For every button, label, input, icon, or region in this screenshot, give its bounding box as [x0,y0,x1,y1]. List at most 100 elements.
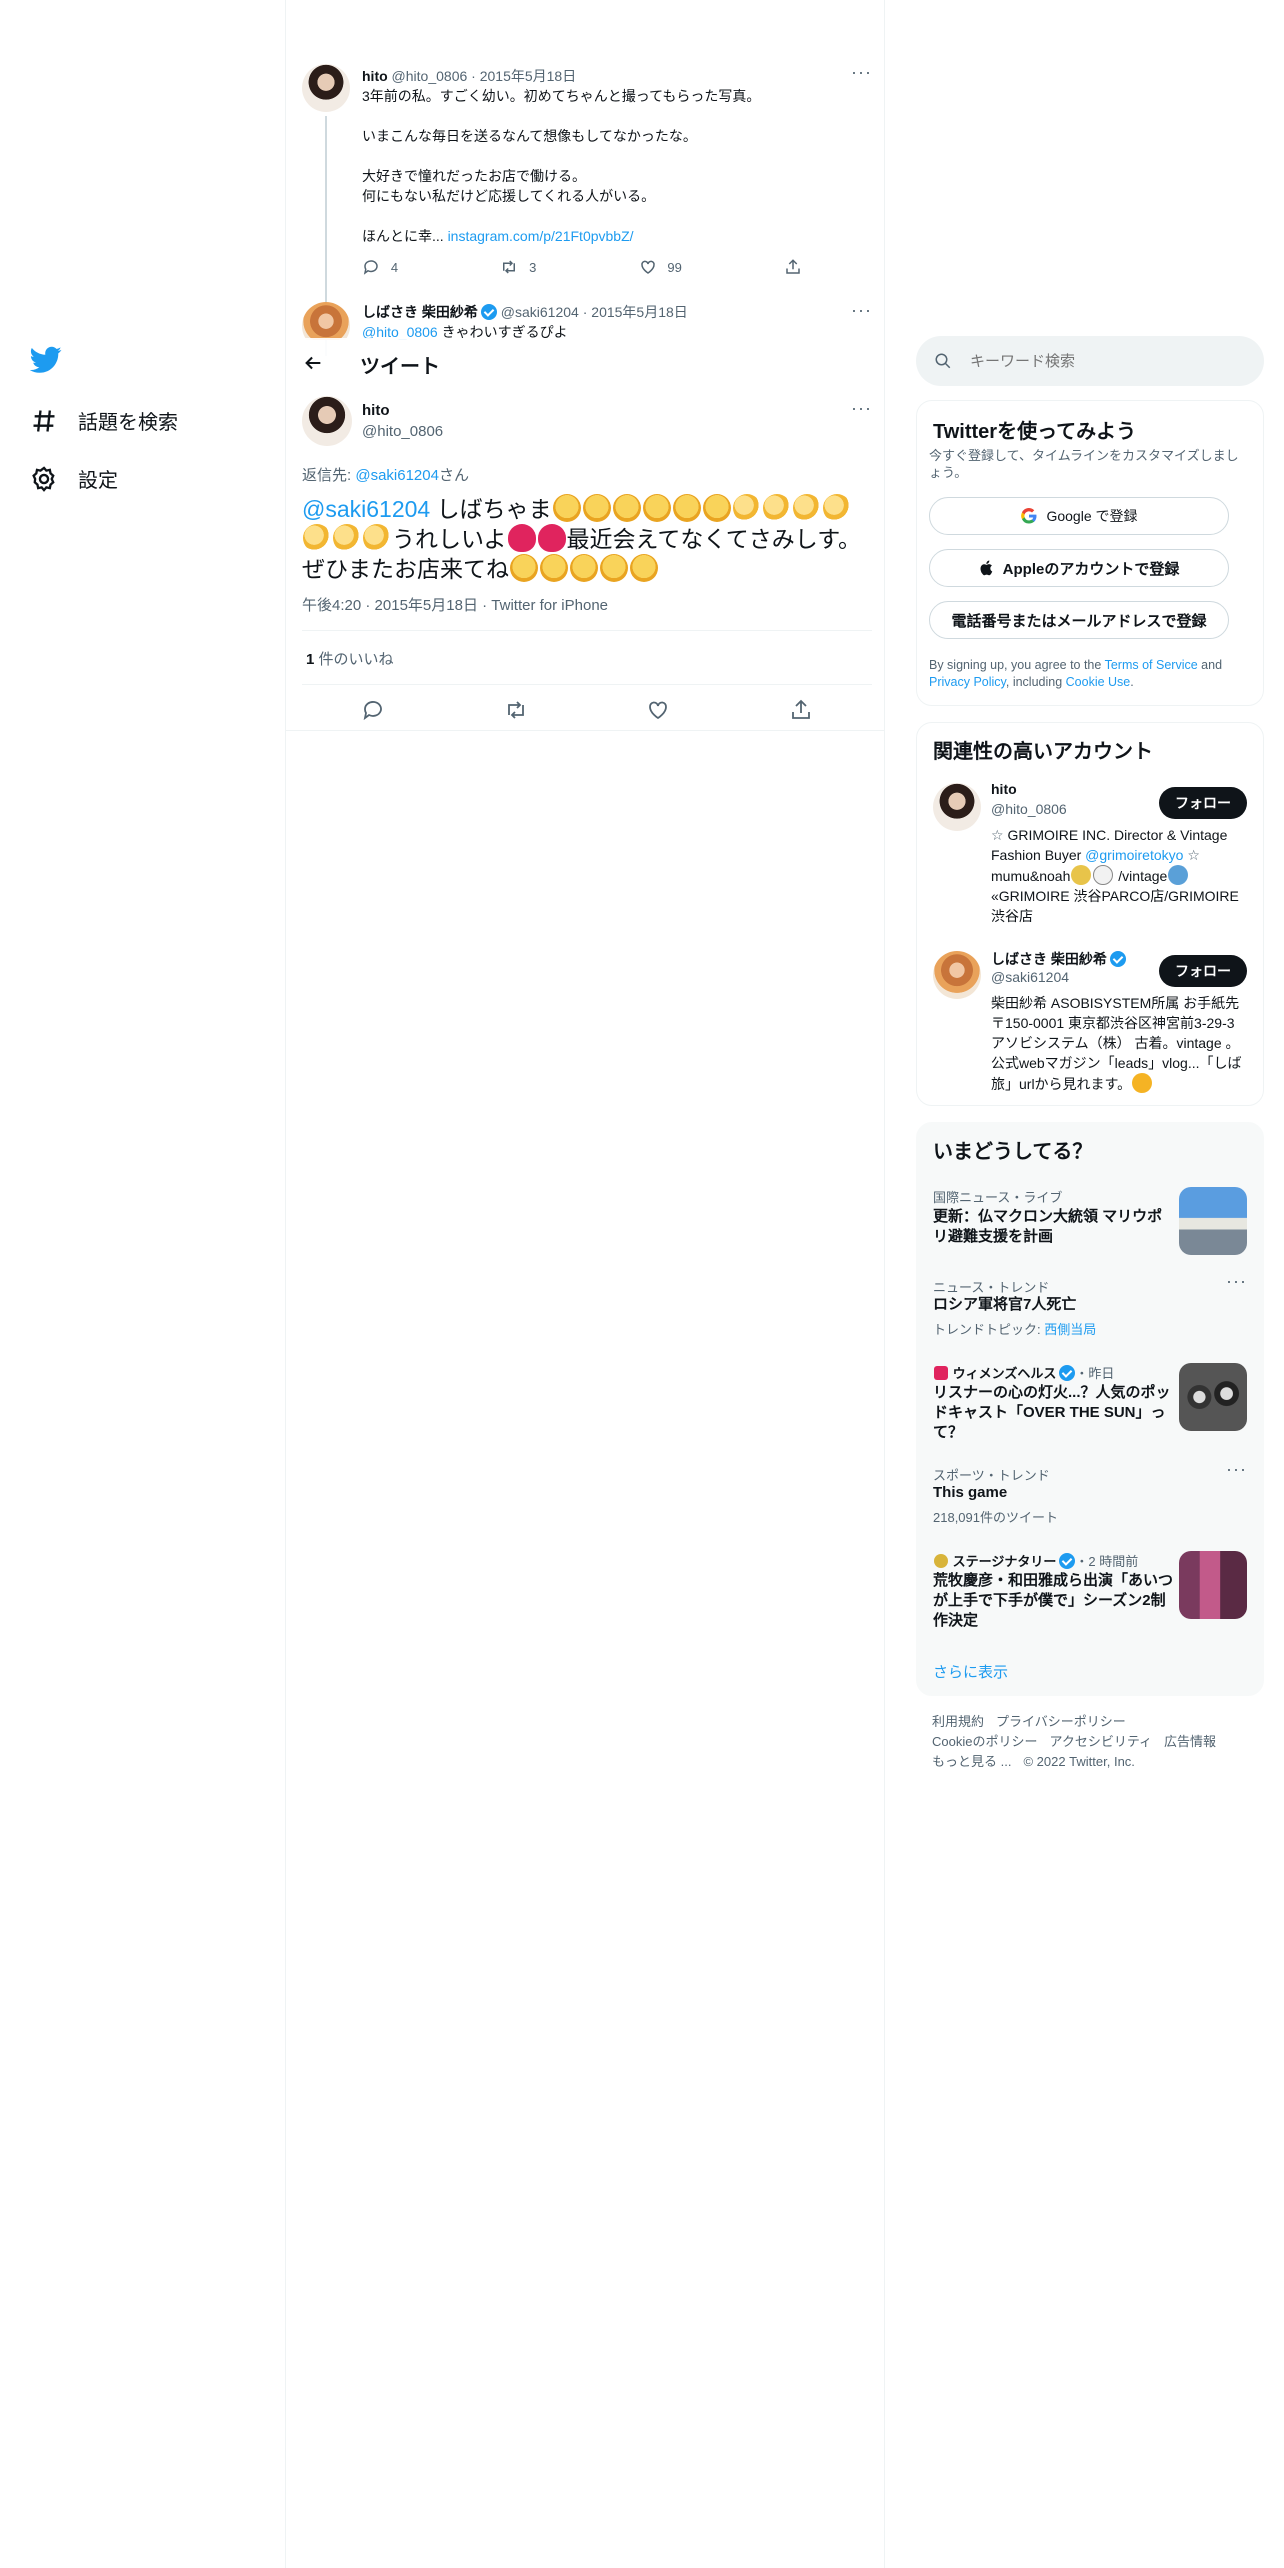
mention-link[interactable]: @saki61204 [302,496,430,522]
tweet-action-bar [302,692,872,728]
gear-icon [32,465,55,492]
tweet-date[interactable]: 2015年5月18日 [591,304,688,320]
avatar[interactable] [302,302,350,340]
account-handle[interactable]: @hito_0806 [991,801,1067,817]
sidebar-item-settings[interactable]: 設定 [30,464,118,493]
tweet-text: @saki61204 しばちゃまうれしいよ 最近会えてなくてさみしす。ぜひまたお店… [302,494,861,582]
verified-badge-icon [1059,1553,1076,1569]
tweet-time[interactable]: 午後4:20 [302,597,361,614]
heart-icon [640,260,655,274]
verified-badge-icon [1059,1365,1076,1381]
trend-item[interactable]: 国際ニュース・ライブ 更新：仏マクロン大統領 マリウポリ避難支援を計画 [917,1181,1263,1263]
avatar[interactable] [933,951,981,999]
page-title: ツイート [360,356,440,378]
handle[interactable]: @saki61204 [501,304,579,320]
reply-tweet[interactable]: しばさき 柴田紗希 @saki61204 · 2015年5月18日 ··· @h… [302,300,872,340]
reply-icon [363,260,378,275]
trend-thumbnail [1179,1363,1247,1431]
trends-card: いまどうしてる？ 国際ニュース・ライブ 更新：仏マクロン大統領 マリウポリ避難支… [916,1122,1264,1696]
section-title: いまどうしてる？ [933,1141,1093,1163]
account-bio: 柴田紗希 ASOBISYSTEM所属 お手紙先〒150-0001 東京都渋谷区神… [991,995,1242,1093]
footer-cookie-link[interactable]: Cookieのポリシー [932,1734,1037,1749]
trend-topic-link[interactable]: 西側当局 [1044,1322,1096,1337]
tweet-source[interactable]: Twitter for iPhone [491,597,608,614]
more-options-icon[interactable]: ··· [1226,1459,1247,1480]
footer-privacy-link[interactable]: プライバシーポリシー [996,1714,1126,1729]
footer-accessibility-link[interactable]: アクセシビリティ [1049,1734,1152,1749]
terms-link[interactable]: Terms of Service [1105,658,1198,672]
reply-icon[interactable] [361,698,385,722]
search-icon [935,353,951,369]
verified-badge-icon [480,304,497,320]
trend-thumbnail [1179,1187,1247,1255]
share-icon[interactable] [789,698,813,722]
more-options-icon[interactable]: ··· [1226,1271,1247,1292]
footer-terms-link[interactable]: 利用規約 [932,1714,984,1729]
apple-signup-button[interactable]: Appleのアカウントで登録 [929,549,1229,587]
more-options-icon[interactable]: ··· [851,398,872,419]
publisher-logo-icon [934,1554,948,1568]
account-handle[interactable]: @saki61204 [991,969,1069,985]
trend-item[interactable]: スポーツ・トレンド ··· This game 218,091件のツイート [917,1459,1263,1541]
like-count-link[interactable]: 1 件のいいね [306,648,394,669]
footer-ads-link[interactable]: 広告情報 [1164,1734,1216,1749]
avatar[interactable] [302,396,352,446]
follow-button[interactable]: フォロー [1159,787,1247,819]
reply-button[interactable]: 4 [362,258,398,276]
reply-to-link[interactable]: @saki61204 [355,467,439,484]
phone-email-signup-button[interactable]: 電話番号またはメールアドレスで登録 [929,601,1229,639]
sidebar-item-explore[interactable]: 話題を検索 [30,406,178,435]
retweet-icon[interactable] [504,698,528,722]
footer-more-link[interactable]: もっと見る ... [932,1754,1011,1769]
back-arrow-icon[interactable] [302,352,324,374]
display-name[interactable]: hito [362,68,388,84]
google-signup-button[interactable]: Google で登録 [929,497,1229,535]
tweet-header: ツイート [286,338,884,390]
account-bio: ☆ GRIMOIRE INC. Director & Vintage Fashi… [991,827,1239,924]
show-more-link[interactable]: さらに表示 [933,1661,1008,1682]
tweet-actions: 4 3 99 [362,258,802,276]
twitter-logo-icon[interactable] [29,346,62,379]
account-item[interactable]: しばさき 柴田紗希 @saki61204 フォロー 柴田紗希 ASOBISYST… [917,947,1263,1103]
display-name[interactable]: hito [362,402,390,419]
hashtag-icon [33,409,55,432]
handle[interactable]: @hito_0806 [392,68,468,84]
search-input[interactable] [970,348,1250,374]
divider [302,684,872,685]
handle[interactable]: @hito_0806 [362,423,443,440]
apple-icon [980,560,992,576]
publisher-logo-icon [934,1366,948,1380]
tweet-meta: 午後4:20 · 2015年5月18日 · Twitter for iPhone [302,597,609,614]
signup-title: Twitterを使ってみよう [933,421,1137,443]
bio-link[interactable]: @grimoiretokyo [1085,847,1183,863]
avatar[interactable] [933,783,981,831]
verified-badge-icon [1109,951,1126,967]
tweet-date[interactable]: 2015年5月18日 [480,68,577,84]
column-divider-right [884,0,885,2568]
account-name[interactable]: しばさき 柴田紗希 [991,949,1126,969]
account-item[interactable]: hito @hito_0806 フォロー ☆ GRIMOIRE INC. Dir… [917,779,1263,939]
share-icon [786,259,800,274]
tweet-link[interactable]: instagram.com/p/21Ft0pvbbZ/ [448,228,634,244]
trend-thumbnail [1179,1551,1247,1619]
search-box[interactable] [916,336,1264,386]
display-name[interactable]: しばさき 柴田紗希 [362,304,478,320]
trend-item[interactable]: ニュース・トレンド ··· ロシア軍将官7人死亡 トレンドトピック: 西側当局 [917,1271,1263,1353]
like-button[interactable]: 99 [639,258,682,276]
trend-item[interactable]: ウィメンズヘルス ・昨日 リスナーの心の灯火...？人気のポッドキャスト「OVER… [917,1357,1263,1457]
reply-to-line: 返信先: @saki61204さん [302,467,469,484]
tweet-date[interactable]: 2015年5月18日 [375,597,478,614]
share-button[interactable] [784,258,802,276]
privacy-link[interactable]: Privacy Policy [929,675,1006,689]
more-options-icon[interactable]: ··· [851,62,872,83]
footer-links: 利用規約 プライバシーポリシー Cookieのポリシー アクセシビリティ 広告情報 も… [932,1712,1252,1772]
divider [286,730,884,731]
trend-item[interactable]: ステージナタリー ・2 時間前 荒牧慶彦・和田雅成ら出演「あいつが上手で下手が僕で… [917,1545,1263,1645]
retweet-button[interactable]: 3 [500,258,536,276]
avatar[interactable] [302,64,350,112]
more-options-icon[interactable]: ··· [851,300,872,321]
heart-icon[interactable] [646,698,670,722]
account-name[interactable]: hito [991,781,1017,797]
cookie-link[interactable]: Cookie Use [1066,675,1131,689]
follow-button[interactable]: フォロー [1159,955,1247,987]
